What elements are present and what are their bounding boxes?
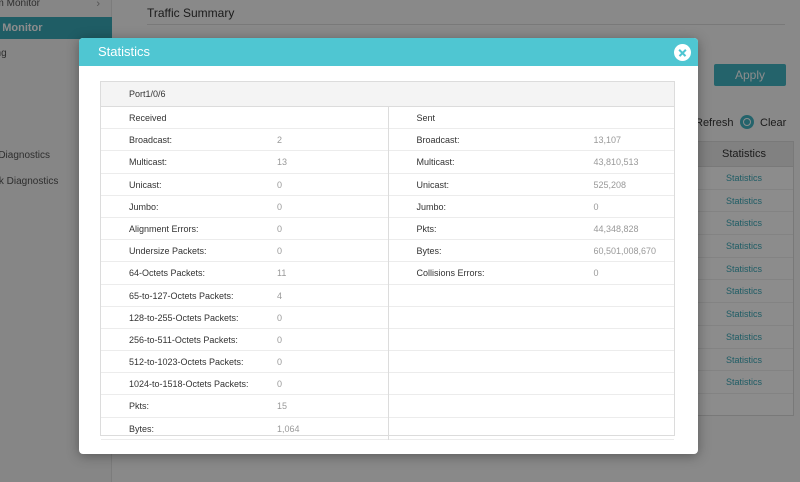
sent-header: Sent bbox=[388, 107, 674, 130]
stat-value: 0 bbox=[593, 201, 599, 212]
stat-value: 15 bbox=[277, 401, 288, 412]
stat-label: Alignment Errors: bbox=[129, 223, 199, 234]
sent-column: Sent Broadcast: 13,107 Multicast: 43,810,51… bbox=[387, 107, 674, 440]
received-column: Received Broadcast: 2 Multicast: 13 Unicast:… bbox=[101, 107, 388, 440]
stat-row: 128-to-255-Octets Packets: 0 bbox=[101, 307, 388, 329]
stat-row bbox=[388, 307, 674, 329]
stat-label: Broadcast: bbox=[129, 135, 173, 146]
stat-row: Jumbo: 0 bbox=[388, 196, 674, 218]
stat-value: 0 bbox=[277, 379, 283, 390]
stat-row: Broadcast: 13,107 bbox=[388, 129, 674, 152]
stat-label: Multicast: bbox=[129, 157, 168, 168]
stat-row: Collisions Errors: 0 bbox=[388, 262, 674, 285]
stat-value: 0 bbox=[277, 246, 283, 257]
received-header: Received bbox=[101, 107, 388, 130]
sent-header-label: Sent bbox=[416, 113, 436, 123]
port-label: Port1/0/6 bbox=[101, 82, 674, 107]
stat-row: Broadcast: 2 bbox=[101, 129, 388, 152]
stat-label: Unicast: bbox=[416, 179, 450, 190]
stat-label: Jumbo: bbox=[129, 201, 159, 212]
stat-row: 65-to-127-Octets Packets: 4 bbox=[101, 285, 388, 307]
stat-row: 64-Octets Packets: 11 bbox=[101, 262, 388, 285]
stat-label: Undersize Packets: bbox=[129, 246, 207, 257]
stat-label: Multicast: bbox=[416, 157, 455, 168]
stat-row bbox=[388, 351, 674, 374]
statistics-table: Port1/0/6 Received Broadcast: 2 Multicast:… bbox=[100, 81, 675, 440]
stat-value: 11 bbox=[277, 268, 287, 279]
stat-row: Unicast: 0 bbox=[101, 174, 388, 196]
stat-value: 0 bbox=[277, 179, 283, 190]
stat-row: Unicast: 525,208 bbox=[388, 174, 674, 196]
stat-label: Collisions Errors: bbox=[416, 268, 485, 279]
stat-value: 44,348,828 bbox=[593, 223, 639, 234]
modal-title: Statistics bbox=[98, 44, 151, 59]
stat-row: 512-to-1023-Octets Packets: 0 bbox=[101, 351, 388, 374]
stat-label: Bytes: bbox=[416, 246, 442, 257]
close-icon[interactable] bbox=[674, 44, 691, 61]
stat-row bbox=[388, 395, 674, 418]
stat-row: Pkts: 15 bbox=[101, 395, 388, 418]
stat-label: Unicast: bbox=[129, 179, 162, 190]
stat-row: Multicast: 43,810,513 bbox=[388, 151, 674, 174]
received-header-label: Received bbox=[129, 113, 167, 123]
stat-value: 43,810,513 bbox=[593, 157, 639, 168]
stat-value: 60,501,008,670 bbox=[593, 246, 657, 257]
stat-value: 0 bbox=[593, 268, 599, 279]
statistics-modal: Statistics Port1/0/6 Received Broadcast:… bbox=[79, 38, 698, 454]
stat-value: 525,208 bbox=[593, 179, 627, 190]
stat-row bbox=[388, 373, 674, 396]
stat-label: 1024-to-1518-Octets Packets: bbox=[129, 379, 249, 390]
stat-row: Bytes: 60,501,008,670 bbox=[388, 240, 674, 263]
stat-label: 512-to-1023-Octets Packets: bbox=[129, 357, 244, 368]
stat-value: 0 bbox=[277, 312, 283, 323]
stat-label: Broadcast: bbox=[416, 135, 460, 146]
stat-value: 0 bbox=[277, 223, 283, 234]
stat-value: 0 bbox=[277, 201, 283, 212]
stat-label: 128-to-255-Octets Packets: bbox=[129, 312, 239, 323]
stat-value: 13,107 bbox=[593, 135, 622, 146]
stat-row: 256-to-511-Octets Packets: 0 bbox=[101, 329, 388, 352]
stat-row: Pkts: 44,348,828 bbox=[388, 218, 674, 241]
stat-value: 1,064 bbox=[277, 423, 300, 434]
stat-row: Multicast: 13 bbox=[101, 151, 388, 174]
stat-value: 0 bbox=[277, 357, 283, 368]
modal-header: Statistics bbox=[79, 38, 698, 66]
stat-row: Bytes: 1,064 bbox=[101, 418, 388, 440]
stat-label: 256-to-511-Octets Packets: bbox=[129, 334, 238, 345]
stat-value: 4 bbox=[277, 290, 283, 301]
stat-label: 64-Octets Packets: bbox=[129, 268, 206, 279]
stat-row: Alignment Errors: 0 bbox=[101, 218, 388, 241]
stat-label: 65-to-127-Octets Packets: bbox=[129, 290, 234, 301]
stat-label: Pkts: bbox=[129, 401, 150, 412]
stat-row bbox=[388, 329, 674, 352]
stat-row bbox=[388, 285, 674, 307]
stat-row: 1024-to-1518-Octets Packets: 0 bbox=[101, 373, 388, 396]
stat-value: 13 bbox=[277, 157, 288, 168]
stat-label: Bytes: bbox=[129, 423, 155, 434]
stat-row bbox=[388, 418, 674, 440]
stat-value: 2 bbox=[277, 135, 283, 146]
stat-row: Undersize Packets: 0 bbox=[101, 240, 388, 263]
stat-value: 0 bbox=[277, 334, 283, 345]
stat-label: Pkts: bbox=[416, 223, 437, 234]
stat-label: Jumbo: bbox=[416, 201, 447, 212]
stat-row: Jumbo: 0 bbox=[101, 196, 388, 218]
